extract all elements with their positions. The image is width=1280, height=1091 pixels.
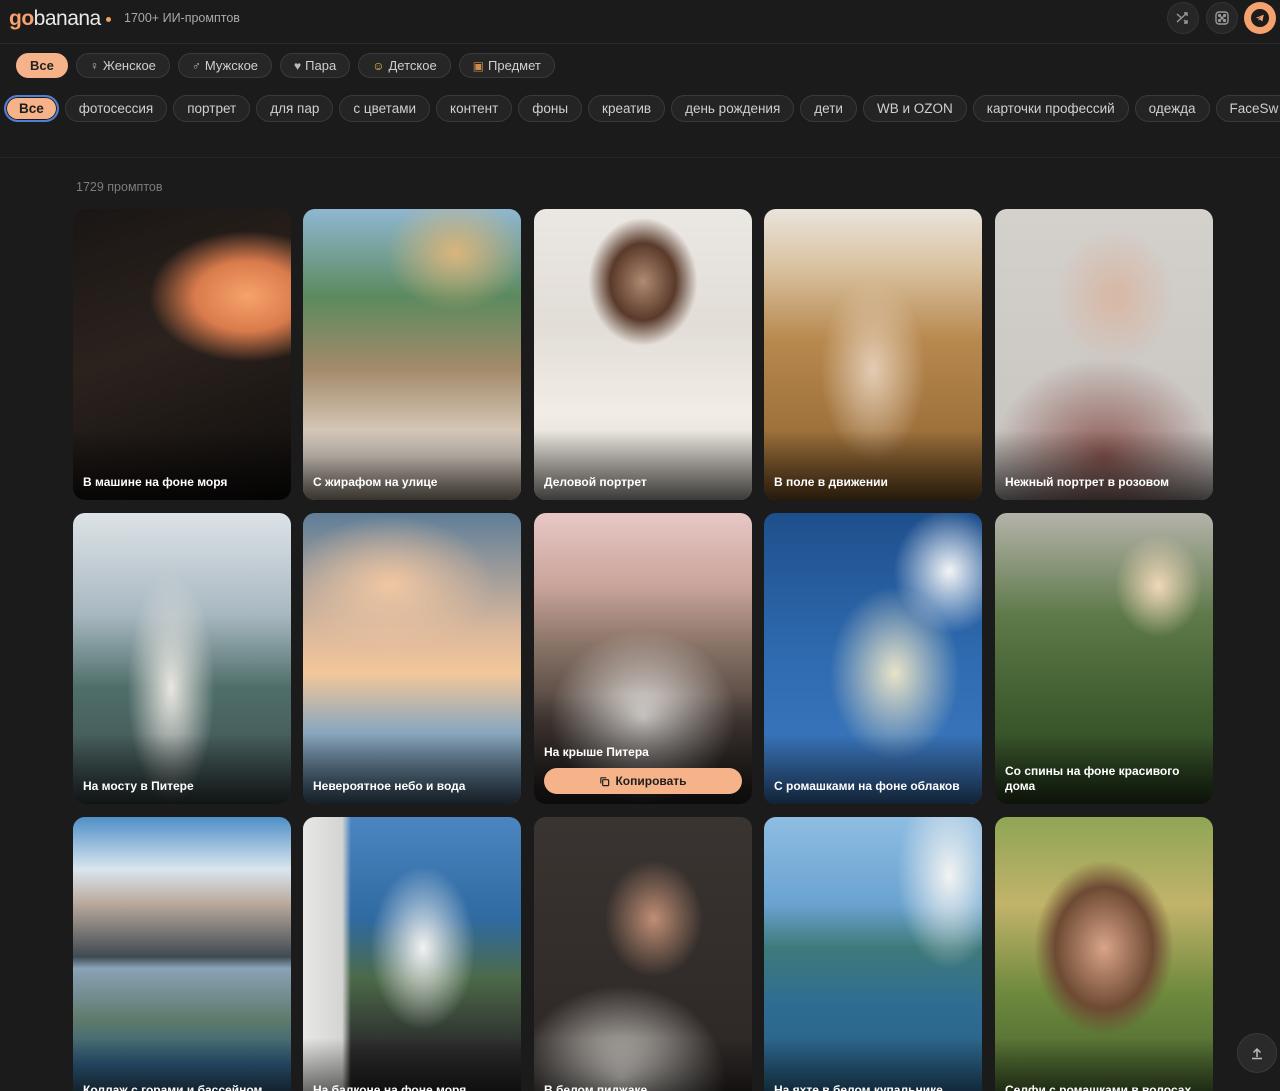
tag-backgrounds[interactable]: фоны xyxy=(518,95,583,122)
logo[interactable]: gobanana xyxy=(9,7,101,31)
card-title: В белом пиджаке xyxy=(544,1083,648,1091)
logo-dot xyxy=(106,17,111,22)
category-label: Женское xyxy=(102,58,156,73)
prompt-card[interactable]: С ромашками на фоне облаков xyxy=(764,513,982,804)
shuffle-button[interactable] xyxy=(1167,2,1199,34)
random-button[interactable] xyxy=(1206,2,1238,34)
package-icon: ▣ xyxy=(472,58,485,73)
tag-creative[interactable]: креатив xyxy=(588,95,666,122)
prompt-card[interactable]: Коллаж с горами и бассейном xyxy=(73,817,291,1091)
category-all[interactable]: Все xyxy=(16,53,68,78)
prompt-card[interactable]: С жирафом на улице xyxy=(303,209,521,500)
baby-icon: ☺ xyxy=(372,58,385,73)
shuffle-icon xyxy=(1176,12,1188,24)
category-object[interactable]: ▣ Предмет xyxy=(458,53,555,78)
prompt-card[interactable]: Селфи с ромашками в волосах xyxy=(995,817,1213,1091)
prompt-card[interactable]: На балконе на фоне моря xyxy=(303,817,521,1091)
card-title: С жирафом на улице xyxy=(313,475,438,489)
copy-icon xyxy=(600,776,610,786)
tag-birthday[interactable]: день рождения xyxy=(671,95,795,122)
tag-marketplace[interactable]: WB и OZON xyxy=(862,95,967,122)
tagline: 1700+ ИИ-промптов xyxy=(124,11,240,25)
prompt-card[interactable]: Со спины на фоне красивого дома xyxy=(995,513,1213,804)
telegram-icon xyxy=(1251,9,1269,27)
top-bar: gobanana 1700+ ИИ-промптов xyxy=(0,0,1280,44)
female-icon: ♀ xyxy=(89,58,99,73)
tag-content[interactable]: контент xyxy=(436,95,513,122)
prompt-card[interactable]: На яхте в белом купальнике xyxy=(764,817,982,1091)
logo-banana: banana xyxy=(33,7,102,30)
card-title: Нежный портрет в розовом xyxy=(1005,475,1170,489)
card-title: На мосту в Питере xyxy=(83,779,194,793)
tag-kids[interactable]: дети xyxy=(800,95,857,122)
tag-clothing[interactable]: одежда xyxy=(1134,95,1210,122)
category-label: Детское xyxy=(388,58,437,73)
tag-couples[interactable]: для пар xyxy=(256,95,334,122)
card-title: На крыше Питера xyxy=(544,745,649,759)
card-title: Со спины на фоне красивого дома xyxy=(1005,764,1180,793)
prompt-card[interactable]: В белом пиджаке xyxy=(534,817,752,1091)
category-label: Мужское xyxy=(204,58,259,73)
tag-profession-cards[interactable]: карточки профессий xyxy=(972,95,1129,122)
category-filter: Все ♀ Женское ♂ Мужское ♥ Пара ☺ Детское ▣ Пр… xyxy=(16,53,555,78)
card-title: С ромашками на фоне облаков xyxy=(774,779,960,793)
prompt-count: 1729 промптов xyxy=(76,180,163,194)
male-icon: ♂ xyxy=(191,58,201,73)
category-label: Пара xyxy=(305,58,337,73)
card-title: Деловой портрет xyxy=(544,475,647,489)
card-title: Селфи с ромашками в волосах xyxy=(1005,1083,1192,1091)
card-title: На яхте в белом купальнике xyxy=(774,1083,943,1091)
dice-icon xyxy=(1215,11,1229,25)
prompt-card[interactable]: В машине на фоне моря xyxy=(73,209,291,500)
card-title: В поле в движении xyxy=(774,475,888,489)
category-male[interactable]: ♂ Мужское xyxy=(177,53,273,78)
tag-portrait[interactable]: портрет xyxy=(173,95,251,122)
arrow-up-icon xyxy=(1252,1047,1262,1060)
prompt-card[interactable]: На крыше Питера Копировать xyxy=(534,513,752,804)
category-label: Все xyxy=(30,58,54,73)
card-title: Невероятное небо и вода xyxy=(313,779,466,793)
copy-label: Копировать xyxy=(615,774,687,788)
copy-button[interactable]: Копировать xyxy=(544,768,742,794)
tag-flowers[interactable]: с цветами xyxy=(339,95,431,122)
tag-filter: Все фотосессия портрет для пар с цветами… xyxy=(4,95,1280,122)
telegram-button[interactable] xyxy=(1244,2,1276,34)
logo-go: go xyxy=(9,7,34,30)
tag-faceswap[interactable]: FaceSw xyxy=(1215,95,1280,122)
tag-photoshoot[interactable]: фотосессия xyxy=(64,95,168,122)
prompt-card[interactable]: Невероятное небо и вода xyxy=(303,513,521,804)
card-title: Коллаж с горами и бассейном xyxy=(83,1083,263,1091)
prompt-card[interactable]: В поле в движении xyxy=(764,209,982,500)
prompt-card[interactable]: Нежный портрет в розовом xyxy=(995,209,1213,500)
category-label: Предмет xyxy=(488,58,541,73)
card-title: В машине на фоне моря xyxy=(83,475,228,489)
heart-icon: ♥ xyxy=(294,58,302,73)
card-title: На балконе на фоне моря xyxy=(313,1083,467,1091)
scroll-to-top-button[interactable] xyxy=(1237,1033,1277,1073)
prompt-card[interactable]: Деловой портрет xyxy=(534,209,752,500)
category-female[interactable]: ♀ Женское xyxy=(75,53,170,78)
divider xyxy=(0,157,1280,158)
prompt-card[interactable]: На мосту в Питере xyxy=(73,513,291,804)
category-kids[interactable]: ☺ Детское xyxy=(358,53,451,78)
tag-all[interactable]: Все xyxy=(4,95,59,122)
category-couple[interactable]: ♥ Пара xyxy=(280,53,351,78)
